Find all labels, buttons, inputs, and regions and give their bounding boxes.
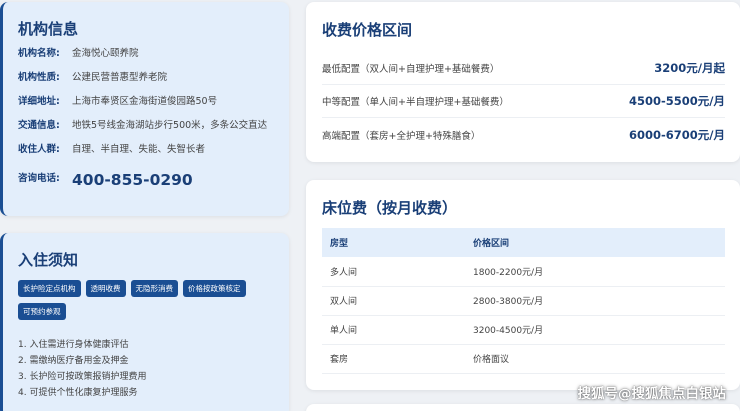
info-label: 交通信息: [18, 120, 60, 131]
watermark-text: 搜狐号@搜狐焦点白银站 [577, 386, 727, 402]
info-value: 上海市奉贤区金海街道俊园路50号 [72, 96, 218, 107]
table-row: 单人间 3200-4500元/月 [322, 315, 725, 345]
tag-badge: 无隐形消费 [130, 280, 178, 297]
list-item: 1. 入住需进行身体健康评估 [18, 340, 129, 350]
info-label: 详细地址: [18, 96, 60, 107]
price-row: 最低配置（双人间+自理护理+基础餐费） 3200元/月起 [322, 52, 725, 85]
price-cell: 价格面议 [465, 344, 725, 374]
info-row-transport: 交通信息: 地铁5号线金海湖站步行500米，多条公交直达 [18, 121, 275, 145]
tag-list: 长护险定点机构 透明收费 无隐形消费 价格按政策核定 可预约参观 [18, 280, 276, 320]
org-info-card: 机构信息 机构名称: 金海悦心颐养院 机构性质: 公建民营普惠型养老院 详细地址… [0, 2, 289, 216]
table-row: 套房 价格面议 [322, 344, 725, 374]
tag-badge: 透明收费 [85, 280, 126, 297]
phone-number[interactable]: 400-855-0290 [72, 172, 193, 189]
info-row-type: 机构性质: 公建民营普惠型养老院 [18, 73, 275, 97]
info-row-residents: 收住人群: 自理、半自理、失能、失智长者 [18, 145, 275, 169]
bed-fee-table: 房型 价格区间 多人间 1800-2200元/月 双人间 2800-3800元/… [322, 228, 725, 374]
admission-card: 入住须知 长护险定点机构 透明收费 无隐形消费 价格按政策核定 可预约参观 1.… [0, 233, 289, 411]
price-config-name: 中等配置（单人间+半自理护理+基础餐费） [322, 97, 509, 108]
list-item: 2. 需缴纳医疗备用金及押金 [18, 356, 129, 366]
info-value: 地铁5号线金海湖站步行500米，多条公交直达 [72, 120, 268, 131]
table-header-row: 房型 价格区间 [322, 228, 725, 257]
price-range-title: 收费价格区间 [322, 21, 413, 39]
admission-title: 入住须知 [18, 251, 79, 269]
room-type-cell: 单人间 [322, 315, 465, 345]
room-type-cell: 多人间 [322, 257, 465, 287]
info-row-name: 机构名称: 金海悦心颐养院 [18, 49, 275, 73]
org-info-title: 机构信息 [18, 20, 79, 38]
admission-notes: 1. 入住需进行身体健康评估 2. 需缴纳医疗备用金及押金 3. 长护险可按政策… [18, 337, 275, 401]
price-cell: 3200-4500元/月 [465, 315, 725, 345]
room-type-cell: 双人间 [322, 286, 465, 316]
tag-badge: 可预约参观 [18, 303, 66, 320]
info-row-address: 详细地址: 上海市奉贤区金海街道俊园路50号 [18, 97, 275, 121]
price-row: 中等配置（单人间+半自理护理+基础餐费） 4500-5500元/月 [322, 85, 725, 118]
column-header-room-type: 房型 [322, 228, 465, 257]
bed-fee-title: 床位费（按月收费） [322, 199, 458, 217]
list-item: 3. 长护险可按政策报销护理费用 [18, 372, 147, 382]
tag-badge: 长护险定点机构 [18, 280, 81, 297]
info-label: 机构名称: [18, 48, 60, 59]
info-label: 收住人群: [18, 144, 60, 155]
info-label: 咨询电话: [18, 173, 60, 184]
price-row: 高端配置（套房+全护理+特殊膳食） 6000-6700元/月 [322, 118, 725, 151]
price-range-card: 收费价格区间 最低配置（双人间+自理护理+基础餐费） 3200元/月起 中等配置… [306, 2, 740, 162]
info-row-phone: 咨询电话: 400-855-0290 [18, 169, 275, 195]
room-type-cell: 套房 [322, 344, 465, 374]
price-config-value: 3200元/月起 [654, 61, 725, 75]
info-value: 公建民营普惠型养老院 [72, 72, 168, 83]
price-config-name: 高端配置（套房+全护理+特殊膳食） [322, 130, 481, 142]
table-row: 双人间 2800-3800元/月 [322, 286, 725, 316]
price-cell: 1800-2200元/月 [465, 257, 725, 287]
info-value: 自理、半自理、失能、失智长者 [72, 144, 206, 155]
price-config-value: 4500-5500元/月 [629, 94, 725, 108]
table-row: 多人间 1800-2200元/月 [322, 257, 725, 287]
info-value: 金海悦心颐养院 [72, 48, 139, 59]
list-item: 4. 可提供个性化康复护理服务 [18, 388, 138, 398]
column-header-price: 价格区间 [465, 228, 725, 257]
next-card-edge [306, 404, 740, 411]
price-cell: 2800-3800元/月 [465, 286, 725, 316]
info-label: 机构性质: [18, 72, 60, 83]
price-config-value: 6000-6700元/月 [629, 127, 725, 142]
price-config-name: 最低配置（双人间+自理护理+基础餐费） [322, 64, 500, 75]
tag-badge: 价格按政策核定 [183, 280, 246, 297]
bed-fee-card: 床位费（按月收费） 房型 价格区间 多人间 1800-2200元/月 双人间 2… [306, 180, 740, 390]
